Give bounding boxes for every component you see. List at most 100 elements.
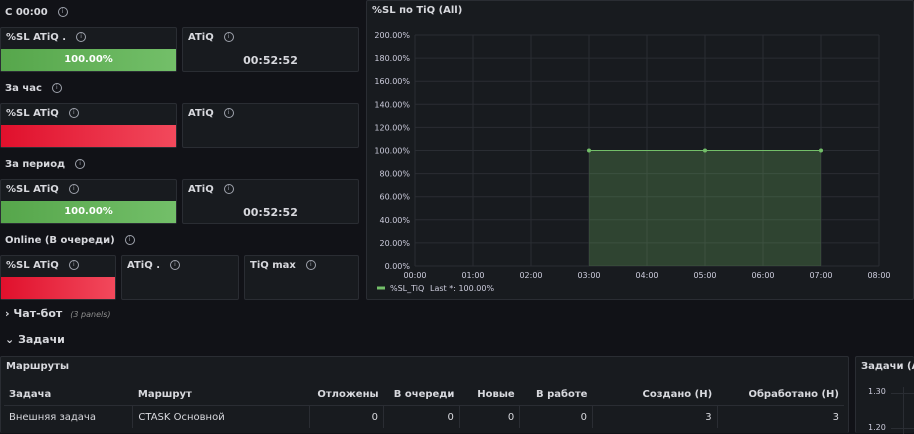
x-tick-label: 00:00: [403, 271, 426, 280]
grid-line: [903, 387, 904, 434]
y-tick-label: 140.00%: [374, 100, 410, 109]
panel-sl-atiq-online: %SL ATiQ i: [0, 255, 116, 300]
info-icon[interactable]: i: [68, 108, 79, 118]
col-header[interactable]: Маршрут: [132, 383, 310, 406]
panel-title-label: %SL ATiQ .: [6, 32, 67, 43]
x-tick-label: 03:00: [577, 271, 600, 280]
section-title-since-midnight: С 00:00 i: [5, 7, 68, 18]
row-label: Задачи: [18, 333, 65, 346]
section-title-label: За час: [5, 83, 42, 94]
info-icon[interactable]: i: [76, 32, 87, 42]
x-tick-label: 05:00: [693, 271, 716, 280]
routes-table: Задача Маршрут Отложены В очереди Новые …: [4, 383, 844, 428]
col-header[interactable]: Новые: [459, 383, 520, 406]
x-tick-label: 07:00: [809, 271, 832, 280]
atiq-value: 00:52:52: [243, 54, 298, 67]
info-icon[interactable]: i: [68, 184, 79, 194]
table-row[interactable]: Внешняя задача CTASK Основной 0 0 0 0 3 …: [4, 405, 844, 428]
table-cell: 3: [592, 405, 718, 428]
y-tick-label: 100.00%: [374, 147, 410, 156]
routes-panel: Маршруты Задача Маршрут Отложены В очере…: [0, 356, 849, 433]
y-tick-label: 200.00%: [374, 31, 410, 40]
series-area: [589, 150, 821, 266]
y-tick-label: 160.00%: [374, 77, 410, 86]
chevron-down-icon: ⌄: [5, 333, 15, 346]
table-cell: 0: [519, 405, 593, 428]
data-point: [819, 148, 823, 153]
panel-title: TiQ max i: [250, 260, 316, 271]
x-tick-label: 02:00: [519, 271, 542, 280]
table-cell: 0: [383, 405, 460, 428]
panel-tiq-max-online: TiQ max i: [244, 255, 359, 300]
table-cell: 3: [832, 411, 839, 423]
panel-title: %SL ATiQ i: [6, 184, 79, 195]
col-header[interactable]: В очереди: [383, 383, 460, 406]
panel-title-label: %SL ATiQ: [6, 184, 59, 195]
table-cell: 0: [309, 405, 385, 428]
panel-atiq-online: ATiQ . i: [121, 255, 239, 300]
col-header[interactable]: Отложены: [309, 383, 384, 406]
routes-title: Маршруты: [6, 361, 69, 372]
y-tick-label: 20.00%: [379, 239, 410, 248]
x-tick-label: 01:00: [461, 271, 484, 280]
table-cell: 0: [459, 405, 521, 428]
panel-title: %SL ATiQ i: [6, 260, 79, 271]
sl-bar-gauge: 100.00%: [1, 49, 176, 71]
panel-title-label: ATiQ: [188, 32, 214, 43]
panel-title: ATiQ i: [188, 32, 234, 43]
tasks-chart-panel: Задачи (All 1.30 1.20: [855, 356, 914, 434]
section-title-per-period: За период i: [5, 159, 86, 170]
legend-last-value: Last *: 100.00%: [430, 284, 494, 293]
y-tick-label: 180.00%: [374, 54, 410, 63]
info-icon[interactable]: i: [170, 260, 180, 270]
panel-title: ATiQ i: [188, 108, 234, 119]
info-icon[interactable]: i: [51, 83, 62, 93]
panel-title-label: ATiQ: [188, 108, 214, 119]
panel-title-label: %SL ATiQ: [6, 108, 59, 119]
info-icon[interactable]: i: [223, 108, 234, 118]
x-tick-label: 04:00: [635, 271, 658, 280]
panel-title-label: ATiQ .: [127, 260, 160, 271]
table-header-row: Задача Маршрут Отложены В очереди Новые …: [4, 383, 844, 406]
panel-title-label: %SL ATiQ: [6, 260, 59, 271]
y-tick-label: 1.30: [868, 387, 886, 396]
table-cell: Внешняя задача: [4, 405, 134, 428]
data-point: [587, 148, 591, 153]
y-tick-label: 40.00%: [379, 216, 410, 225]
section-title-label: С 00:00: [5, 7, 48, 18]
section-title-per-hour: За час i: [5, 83, 62, 94]
sl-tiq-chart: 0.00% 20.00% 40.00% 60.00% 80.00% 100.00% 120.…: [374, 31, 890, 293]
table-cell: CTASK Основной: [132, 405, 311, 428]
atiq-value: 00:52:52: [243, 206, 298, 219]
info-icon[interactable]: i: [57, 7, 68, 17]
panel-title: %SL ATiQ . i: [6, 32, 87, 43]
col-header[interactable]: Задача: [4, 383, 133, 406]
chevron-right-icon: ›: [5, 307, 10, 320]
info-icon[interactable]: i: [124, 235, 135, 245]
row-chatbot[interactable]: › Чат-бот (3 panels): [5, 307, 111, 320]
sl-bar-gauge: 100.00%: [1, 201, 176, 223]
panel-title: ATiQ . i: [127, 260, 180, 271]
info-icon[interactable]: i: [223, 32, 234, 42]
sl-bar-gauge: [1, 125, 176, 147]
x-tick-label: 08:00: [867, 271, 890, 280]
info-icon[interactable]: i: [75, 159, 86, 169]
panel-sl-atiq-since-midnight: %SL ATiQ . i 100.00%: [0, 27, 177, 72]
panel-title: ATiQ i: [188, 184, 234, 195]
tasks-chart-title: Задачи (All: [861, 361, 914, 372]
panel-atiq-per-period: ATiQ i 00:52:52: [182, 179, 359, 224]
col-header[interactable]: В работе: [519, 383, 593, 406]
x-tick-label: 06:00: [751, 271, 774, 280]
col-header[interactable]: Создано (Н): [592, 383, 718, 406]
panel-sl-atiq-per-period: %SL ATiQ i 100.00%: [0, 179, 177, 224]
section-title-label: Online (В очереди): [5, 235, 115, 246]
info-icon[interactable]: i: [68, 260, 79, 270]
y-tick-label: 1.20: [868, 423, 886, 432]
sl-bar-gauge: [1, 277, 115, 299]
y-tick-label: 60.00%: [379, 193, 410, 202]
info-icon[interactable]: i: [223, 184, 234, 194]
row-tasks[interactable]: ⌄ Задачи: [5, 333, 65, 346]
chart-panel: %SL по TiQ (All) 0.00% 20.00% 40.00% 60.00%…: [366, 0, 914, 300]
info-icon[interactable]: i: [305, 260, 316, 270]
col-header[interactable]: Обработано (Н): [717, 383, 844, 406]
